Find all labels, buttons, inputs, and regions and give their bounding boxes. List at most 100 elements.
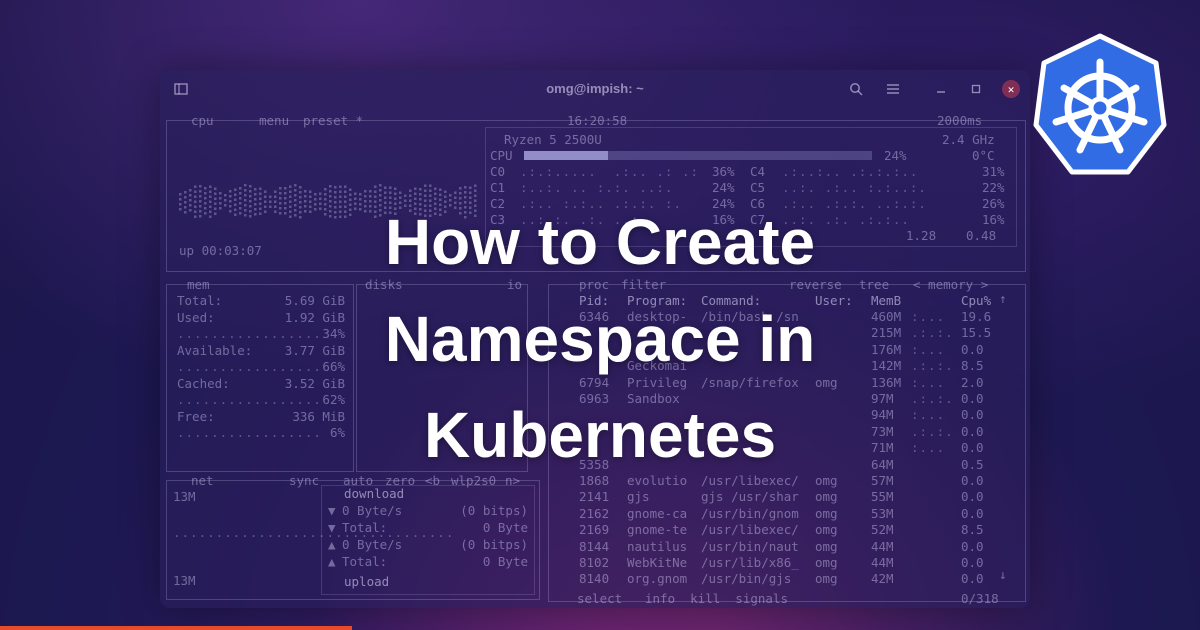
cpu-total-pct: 24% bbox=[884, 148, 907, 163]
net-scale-bottom: 13M bbox=[173, 573, 196, 588]
close-icon[interactable]: ✕ bbox=[1002, 80, 1020, 98]
proc-cell-cmd: /usr/bin/gnom bbox=[701, 505, 799, 521]
net-stats-box: download ▼ 0 Byte/s (0 bitps) ▼ Total: 0 Byte… bbox=[321, 485, 535, 595]
proc-cell-pid: 2141 bbox=[579, 489, 610, 505]
sync-toggle[interactable]: sync bbox=[289, 473, 319, 488]
proc-cell-prog: Privileg bbox=[627, 374, 688, 390]
proc-cell-prog: gjs bbox=[627, 489, 650, 505]
process-actions[interactable]: info kill signals bbox=[645, 591, 788, 606]
accent-bar bbox=[0, 626, 352, 630]
download-label: download bbox=[344, 486, 405, 501]
core-label: C0 bbox=[490, 164, 506, 179]
proc-cell-mem: 53M bbox=[871, 505, 894, 521]
io-toggle[interactable]: io bbox=[507, 277, 522, 292]
maximize-icon[interactable] bbox=[965, 78, 987, 100]
core-graph: ..:. .:.. :.:..:. bbox=[782, 180, 927, 195]
net-panel: net sync auto zero <b wlp2s0 n> 13M ....… bbox=[166, 473, 540, 600]
preset-tab[interactable]: preset * bbox=[303, 113, 363, 128]
proc-mem-graph: :... bbox=[911, 374, 946, 390]
headline-line-2: Namespace in bbox=[384, 303, 816, 375]
proc-cell-cmd: gjs /usr/shar bbox=[701, 489, 799, 505]
proc-cell-cmd: /usr/bin/naut bbox=[701, 538, 799, 554]
filter-tab[interactable]: filter bbox=[621, 277, 666, 292]
disks-title: disks bbox=[365, 277, 403, 292]
net-stat-label: Total: bbox=[342, 520, 388, 535]
proc-cell-cpu: 0.0 bbox=[961, 538, 984, 554]
proc-cell-user: omg bbox=[815, 538, 838, 554]
proc-cell-mem: 52M bbox=[871, 522, 894, 538]
net-stat-label: Total: bbox=[342, 554, 388, 569]
proc-cell-pid: 8140 bbox=[579, 571, 610, 587]
net-scale-top: 13M bbox=[173, 489, 196, 504]
minimize-icon[interactable] bbox=[930, 78, 952, 100]
proc-cell-cmd: /usr/libexec/ bbox=[701, 473, 799, 488]
proc-cell-cpu: 0.0 bbox=[961, 473, 984, 488]
proc-cell-prog: WebKitNe bbox=[627, 555, 688, 570]
proc-cell-user: omg bbox=[815, 571, 838, 587]
proc-cell-pid: 8144 bbox=[579, 538, 610, 554]
core-label: C5 bbox=[750, 180, 766, 195]
download-arrow-icon: ▼ bbox=[328, 503, 336, 518]
update-interval[interactable]: 2000ms bbox=[937, 113, 982, 128]
proc-cell-mem: 44M bbox=[871, 555, 894, 570]
upload-label: upload bbox=[344, 574, 390, 589]
hamburger-menu-icon[interactable] bbox=[882, 78, 904, 100]
proc-cell-pid: 2169 bbox=[579, 522, 610, 538]
proc-cell-cmd: /snap/firefox bbox=[701, 374, 799, 390]
clock: 16:20:58 bbox=[567, 113, 628, 128]
cpu-frequency: 2.4 GHz bbox=[942, 132, 995, 147]
core-pct: 22% bbox=[982, 180, 1005, 195]
net-stat-label: 0 Byte/s bbox=[342, 537, 403, 552]
proc-cell-cpu: 0.0 bbox=[961, 489, 984, 505]
cpu-total-label: CPU bbox=[490, 148, 513, 163]
cpu-tab[interactable]: cpu bbox=[191, 113, 214, 128]
cpu-temp: 0°C bbox=[972, 148, 995, 163]
upload-arrow-icon: ▲ bbox=[328, 537, 336, 552]
core-pct: 36% bbox=[712, 164, 735, 179]
cpu-total-bar-fill bbox=[524, 151, 608, 160]
proc-cell-mem: 44M bbox=[871, 538, 894, 554]
upload-arrow-icon: ▲ bbox=[328, 554, 336, 569]
core-label: C4 bbox=[750, 164, 766, 179]
net-stat-label: 0 Byte/s bbox=[342, 503, 403, 518]
net-title: net bbox=[191, 473, 214, 488]
proc-cell-user: omg bbox=[815, 473, 838, 488]
window-titlebar: omg@impish: ~ ✕ bbox=[160, 70, 1030, 108]
cpu-model: Ryzen 5 2500U bbox=[504, 132, 602, 147]
select-action[interactable]: select bbox=[577, 591, 622, 606]
core-graph: .:..:.. .:.:.:.. bbox=[782, 164, 919, 179]
tree-tab[interactable]: tree bbox=[859, 277, 889, 292]
core-graph: :..:. .. :.:. ..:. bbox=[520, 180, 674, 195]
proc-cell-prog: nautilus bbox=[627, 538, 688, 554]
proc-cell-user: omg bbox=[815, 555, 838, 570]
proc-cell-cpu: 8.5 bbox=[961, 522, 984, 538]
core-label: C1 bbox=[490, 180, 506, 195]
net-stat-value: (0 bitps) bbox=[460, 503, 528, 518]
proc-cell-mem: 42M bbox=[871, 571, 894, 587]
proc-cell-cpu: 0.0 bbox=[961, 505, 984, 521]
proc-cell-cpu: 2.0 bbox=[961, 374, 984, 390]
search-icon[interactable] bbox=[845, 78, 867, 100]
proc-cell-mem: 57M bbox=[871, 473, 894, 488]
menu-tab[interactable]: menu bbox=[259, 113, 289, 128]
core-graph: .:.:..... .:.. .: .: bbox=[520, 164, 700, 179]
mem-title: mem bbox=[187, 277, 210, 292]
headline-line-3: Kubernetes bbox=[423, 399, 777, 471]
proc-cell-pid: 6794 bbox=[579, 374, 610, 390]
reverse-tab[interactable]: reverse bbox=[789, 277, 842, 292]
kubernetes-logo bbox=[1033, 33, 1167, 175]
proc-cell-pid: 8102 bbox=[579, 555, 610, 570]
proc-tab[interactable]: proc bbox=[579, 277, 609, 292]
proc-cell-user: omg bbox=[815, 522, 838, 538]
proc-cell-cpu: 0.0 bbox=[961, 571, 984, 587]
sort-memory-tab[interactable]: < memory > bbox=[913, 277, 988, 292]
process-count: 0/318 bbox=[961, 591, 999, 606]
proc-cell-mem: 136M bbox=[871, 374, 902, 390]
mem-row-label: Cached: bbox=[177, 375, 230, 391]
scroll-down-icon[interactable]: ↓ bbox=[999, 567, 1007, 582]
proc-cell-prog: gnome-ca bbox=[627, 505, 688, 521]
net-stat-value: 0 Byte bbox=[482, 554, 528, 569]
core-pct: 24% bbox=[712, 180, 735, 195]
proc-cell-prog: gnome-te bbox=[627, 522, 688, 538]
net-stat-value: 0 Byte bbox=[482, 520, 528, 535]
